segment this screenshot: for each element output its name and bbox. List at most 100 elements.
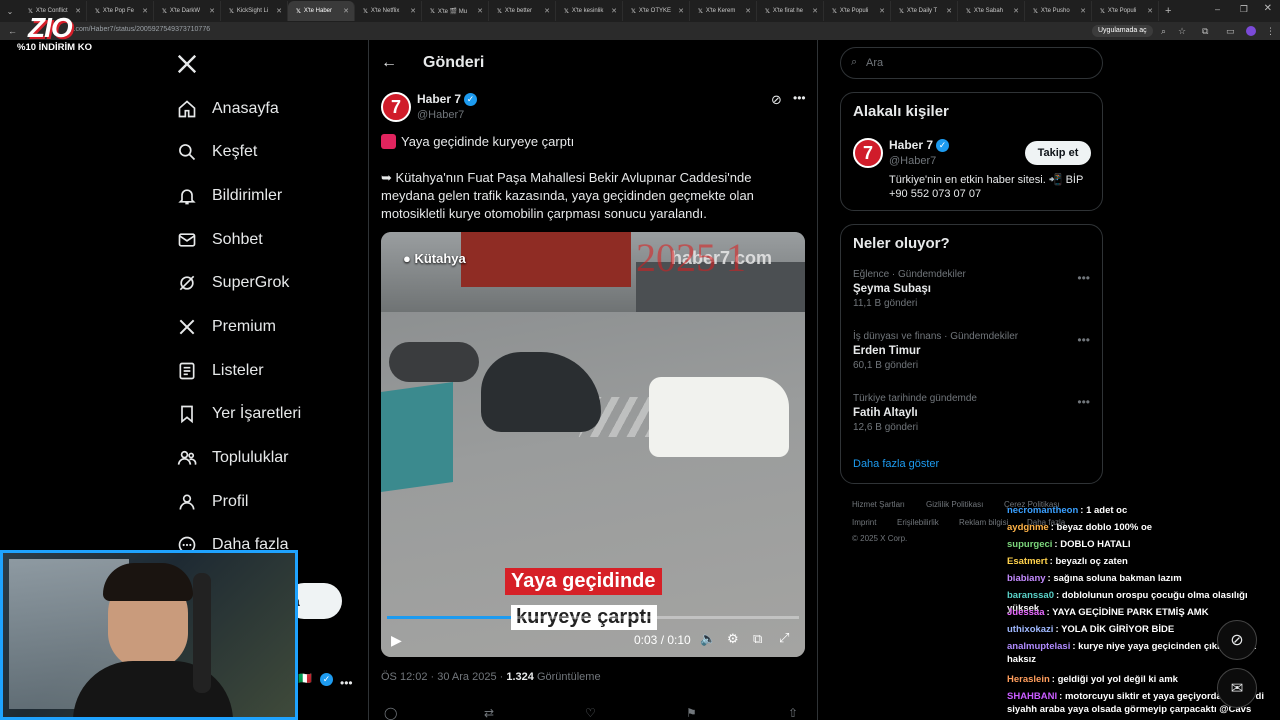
trend-item[interactable]: İş dünyası ve finans · Gündemdekiler Erde…	[853, 331, 1093, 371]
nav-item-4[interactable]: SuperGrok	[176, 268, 289, 298]
back-arrow-icon[interactable]: ←	[381, 54, 397, 72]
tab-close-icon[interactable]: ✕	[812, 7, 818, 15]
nav-item-5[interactable]: Premium	[176, 312, 276, 342]
tab-close-icon[interactable]: ✕	[477, 7, 483, 15]
related-name[interactable]: Haber 7 ✓	[889, 138, 950, 153]
nav-item-2[interactable]: Bildirimler	[176, 181, 282, 211]
browser-tab[interactable]: 𝕏 X'te firat he ✕	[757, 1, 824, 21]
url-field[interactable]: x.com/Haber7/status/2005927549373710776	[70, 26, 210, 33]
post-video[interactable]: ● Kütahya haber7.com 2025 1 Yaya geçidin…	[381, 232, 805, 657]
grok-icon	[176, 272, 198, 294]
grok-icon[interactable]: ⊘	[771, 92, 782, 108]
browser-tab[interactable]: 𝕏 X'te Pusho ✕	[1025, 1, 1092, 21]
tab-close-icon[interactable]: ✕	[544, 7, 550, 15]
browser-tab[interactable]: 𝕏 X'te Populi ✕	[1092, 1, 1159, 21]
tab-close-icon[interactable]: ✕	[209, 7, 215, 15]
video-caption-line1: Yaya geçidinde	[505, 568, 662, 595]
chat-username: Heraslein	[1007, 674, 1050, 685]
tab-close-icon[interactable]: ✕	[879, 7, 885, 15]
browser-tab[interactable]: 𝕏 X'te Pop Fe ✕	[87, 1, 154, 21]
browser-tab[interactable]: 𝕏 X'te Populi ✕	[824, 1, 891, 21]
picture-in-picture-icon[interactable]: ⧉	[753, 631, 762, 647]
tab-close-icon[interactable]: ✕	[745, 7, 751, 15]
browser-tab[interactable]: 𝕏 X'te better ✕	[489, 1, 556, 21]
zoom-icon[interactable]: ⌕	[1161, 26, 1166, 37]
extensions-icon[interactable]: ⧉	[1202, 26, 1208, 37]
nav-item-7[interactable]: Yer İşaretleri	[176, 399, 301, 429]
messages-float-button[interactable]: ✉	[1217, 668, 1257, 708]
browser-menu-icon[interactable]: ⋮	[1266, 26, 1275, 37]
minimize-icon[interactable]: –	[1215, 4, 1220, 14]
account-more-icon[interactable]: •••	[340, 676, 353, 690]
browser-tab[interactable]: 𝕏 X'te OTYKE ✕	[623, 1, 690, 21]
share-icon[interactable]: ⇧	[788, 706, 798, 720]
play-icon[interactable]: ▶	[391, 632, 402, 649]
trend-more-icon[interactable]: •••	[1077, 395, 1090, 409]
restore-icon[interactable]: ❐	[1240, 4, 1248, 15]
trend-more-icon[interactable]: •••	[1077, 271, 1090, 285]
follow-button[interactable]: Takip et	[1025, 141, 1091, 165]
search-box[interactable]: ⌕ Ara	[840, 47, 1103, 79]
open-in-app-button[interactable]: Uygulamada aç	[1092, 25, 1153, 37]
star-icon[interactable]: ☆	[1178, 26, 1186, 37]
tab-close-icon[interactable]: ✕	[1147, 7, 1153, 15]
browser-tab[interactable]: 𝕏 X'te Sabah ✕	[958, 1, 1025, 21]
browser-tab[interactable]: 𝕏 KickSight Li ✕	[221, 1, 288, 21]
tab-close-icon[interactable]: ✕	[276, 7, 282, 15]
tab-close-icon[interactable]: ✕	[1013, 7, 1019, 15]
footer-link[interactable]: Hizmet Şartları	[852, 500, 905, 509]
browser-tab[interactable]: 𝕏 X'te Netflix ✕	[355, 1, 422, 21]
close-window-icon[interactable]: ✕	[1264, 3, 1272, 14]
tab-close-icon[interactable]: ✕	[343, 7, 349, 15]
trend-item[interactable]: Eğlence · Gündemdekiler Şeyma Subaşı 11,1 …	[853, 269, 1093, 309]
nav-item-9[interactable]: Profil	[176, 487, 248, 517]
nav-item-0[interactable]: Anasayfa	[176, 94, 279, 124]
browser-tab[interactable]: 𝕏 X'te DarkW ✕	[154, 1, 221, 21]
related-handle[interactable]: @Haber7	[889, 155, 936, 167]
tab-close-icon[interactable]: ✕	[142, 7, 148, 15]
footer-link[interactable]: Imprint	[852, 518, 876, 527]
back-arrow-icon[interactable]: ←	[8, 26, 17, 36]
tab-close-icon[interactable]: ✕	[75, 7, 81, 15]
browser-tab[interactable]: 𝕏 X'te Daily T ✕	[891, 1, 958, 21]
browser-tab[interactable]: 𝕏 X'te Haber ✕	[288, 1, 355, 21]
new-tab-icon[interactable]: +	[1165, 5, 1171, 17]
related-avatar[interactable]: 7	[853, 138, 883, 168]
footer-link[interactable]: Gizlilik Politikası	[926, 500, 983, 509]
post-more-icon[interactable]: •••	[793, 91, 806, 105]
grok-float-button[interactable]: ⊘	[1217, 620, 1257, 660]
browser-tab[interactable]: 𝕏 X'te 🎬 Mu ✕	[422, 1, 489, 21]
profile-avatar[interactable]	[1246, 26, 1256, 36]
nav-item-3[interactable]: Sohbet	[176, 225, 263, 255]
trend-more-icon[interactable]: •••	[1077, 333, 1090, 347]
repost-icon[interactable]: ⇄	[484, 706, 494, 720]
author-handle[interactable]: @Haber7	[417, 109, 464, 121]
footer-link[interactable]: Erişilebilirlik	[897, 518, 939, 527]
show-more-link[interactable]: Daha fazla göster	[853, 458, 939, 470]
nav-item-1[interactable]: Keşfet	[176, 137, 257, 167]
fullscreen-icon[interactable]: ⤢	[779, 630, 789, 646]
tab-list-icon[interactable]: ⌄	[0, 1, 20, 21]
like-icon[interactable]: ♡	[585, 706, 596, 720]
tab-close-icon[interactable]: ✕	[1080, 7, 1086, 15]
tab-close-icon[interactable]: ✕	[678, 7, 684, 15]
nav-item-8[interactable]: Topluluklar	[176, 443, 288, 473]
nav-item-6[interactable]: Listeler	[176, 356, 264, 386]
reply-icon[interactable]: ◯	[384, 706, 397, 720]
author-name[interactable]: Haber 7 ✓	[417, 92, 478, 107]
volume-icon[interactable]: 🔈	[700, 631, 716, 647]
browser-tab[interactable]: 𝕏 X'te Kerem ✕	[690, 1, 757, 21]
sidebar-icon[interactable]: ▭	[1226, 26, 1235, 37]
browser-tab[interactable]: 𝕏 X'te kesinlik ✕	[556, 1, 623, 21]
x-logo-icon[interactable]	[176, 53, 200, 77]
tab-close-icon[interactable]: ✕	[946, 7, 952, 15]
footer-link[interactable]: Reklam bilgisi	[959, 518, 1008, 527]
tab-close-icon[interactable]: ✕	[410, 7, 416, 15]
video-progress-track[interactable]	[387, 616, 799, 619]
settings-gear-icon[interactable]: ⚙	[727, 631, 739, 647]
post-timestamp[interactable]: ÖS 12:02 · 30 Ara 2025 ·	[381, 671, 503, 683]
bookmark-icon[interactable]: ⚑	[686, 706, 697, 720]
tab-close-icon[interactable]: ✕	[611, 7, 617, 15]
trend-item[interactable]: Türkiye tarihinde gündemde Fatih Altaylı 1…	[853, 393, 1093, 433]
author-avatar[interactable]: 7	[381, 92, 411, 122]
